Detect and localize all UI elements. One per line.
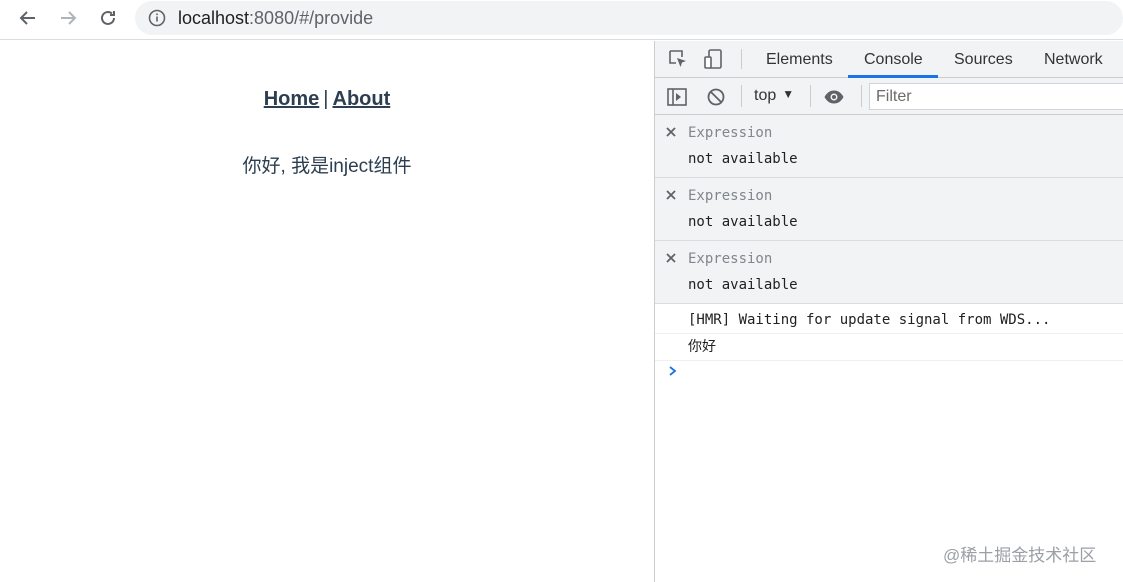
live-expression: Expression not available bbox=[655, 241, 1123, 304]
device-toolbar-icon[interactable] bbox=[703, 48, 725, 70]
dropdown-caret-icon: ▼ bbox=[782, 87, 795, 101]
about-link[interactable]: About bbox=[333, 88, 391, 110]
expression-value: not available bbox=[688, 277, 798, 293]
expression-label[interactable]: Expression bbox=[688, 188, 772, 204]
close-icon[interactable] bbox=[664, 251, 678, 265]
info-icon[interactable] bbox=[148, 9, 166, 27]
page-viewport: Home | About 你好, 我是inject组件 bbox=[0, 41, 654, 582]
toolbar-divider bbox=[810, 85, 811, 107]
clear-console-icon[interactable] bbox=[705, 86, 727, 108]
tab-elements[interactable]: Elements bbox=[766, 41, 833, 78]
forward-button[interactable] bbox=[54, 6, 82, 30]
tab-sources[interactable]: Sources bbox=[954, 41, 1013, 78]
console-message[interactable]: [HMR] Waiting for update signal from WDS… bbox=[655, 307, 1123, 334]
tab-network[interactable]: Network bbox=[1044, 41, 1103, 78]
close-icon[interactable] bbox=[664, 188, 678, 202]
context-selector[interactable]: top ▼ bbox=[754, 86, 794, 106]
expression-value: not available bbox=[688, 151, 798, 167]
expression-label[interactable]: Expression bbox=[688, 251, 772, 267]
sidebar-toggle-icon[interactable] bbox=[666, 86, 688, 108]
back-button[interactable] bbox=[14, 6, 42, 30]
live-expression-eye-icon[interactable] bbox=[823, 86, 845, 108]
arrow-right-icon bbox=[61, 11, 77, 25]
nav-separator: | bbox=[323, 88, 329, 110]
console-toolbar: top ▼ bbox=[655, 78, 1123, 115]
devtools-tabbar: Elements Console Sources Network bbox=[655, 41, 1123, 78]
reload-icon bbox=[101, 10, 115, 25]
context-label: top bbox=[754, 87, 777, 104]
inject-greeting: 你好, 我是inject组件 bbox=[242, 156, 412, 177]
home-link[interactable]: Home bbox=[264, 88, 320, 110]
reload-button[interactable] bbox=[94, 6, 122, 30]
expression-value: not available bbox=[688, 214, 798, 230]
address-bar[interactable]: localhost:8080/#/provide bbox=[135, 1, 1123, 35]
filter-field[interactable] bbox=[869, 83, 1123, 110]
live-expression: Expression not available bbox=[655, 115, 1123, 178]
url-text[interactable]: localhost:8080/#/provide bbox=[178, 7, 373, 29]
inspect-element-icon[interactable] bbox=[667, 48, 689, 70]
router-nav: Home | About bbox=[0, 88, 654, 111]
arrow-left-icon bbox=[19, 11, 35, 25]
url-path: :8080/#/provide bbox=[249, 8, 374, 28]
devtools-panel: Elements Console Sources Network top ▼ F… bbox=[654, 41, 1123, 582]
console-message[interactable]: 你好 bbox=[655, 334, 1123, 361]
toolbar-divider bbox=[741, 85, 742, 107]
chevron-right-icon[interactable] bbox=[666, 364, 680, 378]
expression-label[interactable]: Expression bbox=[688, 125, 772, 141]
url-host: localhost bbox=[178, 8, 250, 28]
browser-toolbar: localhost:8080/#/provide bbox=[0, 0, 1123, 40]
toolbar-divider bbox=[861, 85, 862, 107]
filter-input[interactable] bbox=[870, 84, 1110, 109]
live-expression: Expression not available bbox=[655, 178, 1123, 241]
close-icon[interactable] bbox=[664, 125, 678, 139]
tab-console[interactable]: Console bbox=[864, 41, 923, 78]
watermark: @稀土掘金技术社区 bbox=[943, 546, 1097, 565]
toolbar-divider bbox=[741, 49, 742, 69]
